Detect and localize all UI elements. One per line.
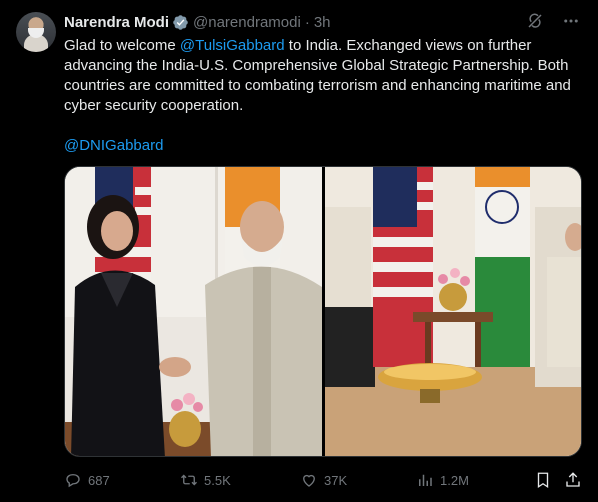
separator-dot: ·	[304, 13, 310, 31]
avatar[interactable]	[16, 12, 56, 52]
verified-badge-icon	[173, 14, 188, 30]
photo-handshake[interactable]	[65, 167, 322, 456]
reply-icon	[66, 474, 80, 488]
tag-link[interactable]: @DNIGabbard	[64, 136, 163, 156]
post-text-before: Glad to welcome	[64, 37, 180, 54]
repost-icon	[181, 474, 197, 486]
author-handle[interactable]: @narendramodi	[193, 14, 301, 31]
like-icon	[303, 474, 315, 487]
bookmark-button[interactable]	[534, 470, 552, 490]
repost-button[interactable]: 5.5K	[180, 470, 231, 490]
mention-link[interactable]: @TulsiGabbard	[180, 37, 285, 54]
post-top-actions	[526, 12, 580, 30]
photo-meeting[interactable]	[325, 167, 581, 456]
share-button[interactable]	[564, 470, 582, 490]
like-count: 37K	[324, 472, 348, 488]
post-time[interactable]: 3h	[314, 14, 331, 31]
repost-count: 5.5K	[204, 472, 231, 488]
author-name[interactable]: Narendra Modi	[64, 14, 169, 31]
post-actions: 687 5.5K 37K 1.2M	[64, 470, 584, 490]
more-icon[interactable]	[562, 12, 580, 30]
bookmark-icon	[537, 472, 549, 489]
views-button[interactable]: 1.2M	[416, 470, 469, 490]
reply-count: 687	[88, 472, 110, 488]
grok-icon[interactable]	[526, 12, 544, 30]
like-button[interactable]: 37K	[300, 470, 347, 490]
post-text: Glad to welcome @TulsiGabbard to India. …	[64, 36, 584, 116]
post-media[interactable]	[64, 166, 582, 457]
views-icon	[419, 474, 432, 486]
reply-button[interactable]: 687	[64, 470, 110, 490]
post-header: Narendra Modi @narendramodi · 3h	[64, 12, 331, 32]
share-icon	[566, 472, 580, 487]
photo-handshake-image	[65, 167, 322, 456]
views-count: 1.2M	[440, 472, 469, 488]
photo-meeting-image	[325, 167, 581, 456]
